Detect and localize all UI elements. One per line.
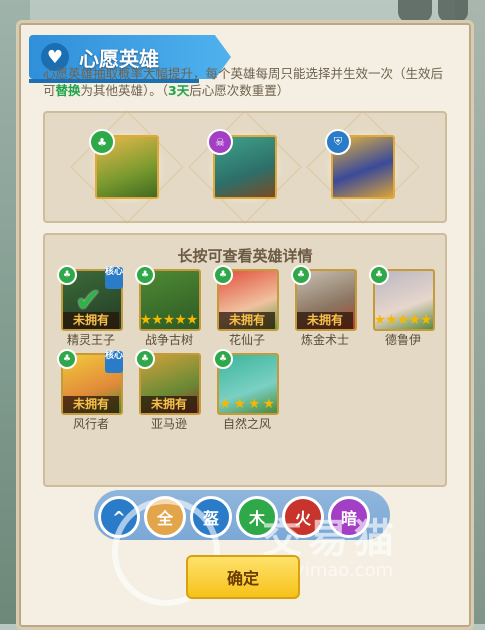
hero-card[interactable]: ♣ 核心未拥有风行者 bbox=[57, 349, 123, 433]
dark-faction-icon: ☠ bbox=[207, 129, 233, 155]
description: 心愿英雄抽取概率大幅提升，每个英雄每周只能选择并生效一次（生效后可替换为其他英雄… bbox=[43, 65, 453, 99]
top-control-left[interactable] bbox=[398, 0, 432, 22]
wish-slots-box: ♣ ☠ ⛨ bbox=[43, 110, 447, 224]
star-rating bbox=[140, 314, 198, 328]
hero-name: 风行者 bbox=[72, 417, 109, 431]
skull-icon[interactable]: 暗 bbox=[328, 496, 370, 538]
star-icon bbox=[386, 314, 397, 325]
star-icon bbox=[409, 314, 420, 325]
star-rating bbox=[218, 398, 276, 412]
wish-slot-1[interactable]: ♣ bbox=[70, 110, 184, 224]
hero-card[interactable]: ♣ 未拥有花仙子 bbox=[213, 265, 279, 349]
description-highlight-days: 3天 bbox=[168, 83, 190, 98]
wish-slot-2[interactable]: ☠ bbox=[188, 110, 302, 224]
description-part3: 后心愿次数重置） bbox=[189, 83, 290, 98]
hero-name: 战争古树 bbox=[144, 333, 193, 347]
core-badge: 核心 bbox=[105, 267, 123, 289]
star-icon bbox=[163, 314, 175, 325]
fortress-faction-icon: ⛨ bbox=[325, 129, 351, 155]
star-icon bbox=[248, 398, 260, 409]
not-owned-label: 未拥有 bbox=[141, 396, 197, 413]
hero-card[interactable]: ♣ 自然之风 bbox=[213, 349, 279, 433]
chevron-up-icon[interactable]: ^ bbox=[98, 496, 140, 538]
forest-faction-icon: ♣ bbox=[135, 265, 155, 285]
confirm-button[interactable]: 确定 bbox=[186, 555, 300, 599]
forest-faction-icon: ♣ bbox=[213, 349, 233, 369]
top-control-right[interactable] bbox=[438, 0, 468, 22]
faction-filter-bar: ^ 全盔木火暗 bbox=[94, 490, 390, 540]
star-icon bbox=[420, 314, 432, 325]
hero-name: 花仙子 bbox=[228, 333, 265, 347]
star-rating bbox=[374, 314, 432, 328]
forest-faction-icon: ♣ bbox=[57, 349, 77, 369]
star-icon bbox=[219, 398, 231, 409]
hero-card[interactable]: ♣ 未拥有亚马逊 bbox=[135, 349, 201, 433]
star-icon bbox=[186, 314, 198, 325]
forest-faction-icon: ♣ bbox=[89, 129, 115, 155]
hero-pool-box: 长按可查看英雄详情 ♣ 核心 ✔ 未拥有 精灵王子 ♣ 战争古树 ♣ 未拥有 花仙子 ♣ 未拥有 炼金术… bbox=[43, 233, 447, 487]
description-part2: 为其他英雄）。（ bbox=[80, 83, 169, 98]
core-badge: 核心 bbox=[105, 351, 123, 373]
star-icon bbox=[152, 314, 163, 325]
hero-name: 自然之风 bbox=[222, 417, 271, 431]
forest-faction-icon: ♣ bbox=[291, 265, 311, 285]
hero-card[interactable]: ♣ 核心 ✔ 未拥有 精灵王子 bbox=[57, 265, 123, 349]
description-highlight-replace: 替换 bbox=[55, 83, 81, 98]
pool-title: 长按可查看英雄详情 bbox=[177, 247, 313, 265]
forest-faction-icon: ♣ bbox=[369, 265, 389, 285]
star-icon bbox=[175, 314, 186, 325]
hero-name: 德鲁伊 bbox=[384, 333, 421, 347]
hero-card[interactable]: ♣ 战争古树 bbox=[135, 265, 201, 349]
star-icon bbox=[140, 314, 152, 325]
forest-faction-icon: ♣ bbox=[213, 265, 233, 285]
flame-icon[interactable]: 火 bbox=[282, 496, 324, 538]
hero-name: 精灵王子 bbox=[66, 333, 115, 347]
helmet-icon[interactable]: 盔 bbox=[190, 496, 232, 538]
wish-slot-3[interactable]: ⛨ bbox=[306, 110, 420, 224]
all-icon[interactable]: 全 bbox=[144, 496, 186, 538]
hero-card[interactable]: ♣ 未拥有炼金术士 bbox=[291, 265, 357, 349]
hero-name: 炼金术士 bbox=[300, 333, 349, 347]
not-owned-label: 未拥有 bbox=[63, 396, 119, 413]
hero-card[interactable]: ♣ 德鲁伊 bbox=[369, 265, 435, 349]
confirm-label: 确定 bbox=[226, 569, 259, 588]
star-icon bbox=[374, 314, 386, 325]
tree-icon[interactable]: 木 bbox=[236, 496, 278, 538]
not-owned-label: 未拥有 bbox=[297, 312, 353, 329]
star-icon bbox=[397, 314, 409, 325]
forest-faction-icon: ♣ bbox=[135, 349, 155, 369]
hero-name: 亚马逊 bbox=[150, 417, 187, 431]
star-icon bbox=[234, 398, 246, 409]
star-icon bbox=[263, 398, 275, 409]
forest-faction-icon: ♣ bbox=[57, 265, 77, 285]
not-owned-label: 未拥有 bbox=[219, 312, 275, 329]
not-owned-label: 未拥有 bbox=[63, 312, 119, 329]
